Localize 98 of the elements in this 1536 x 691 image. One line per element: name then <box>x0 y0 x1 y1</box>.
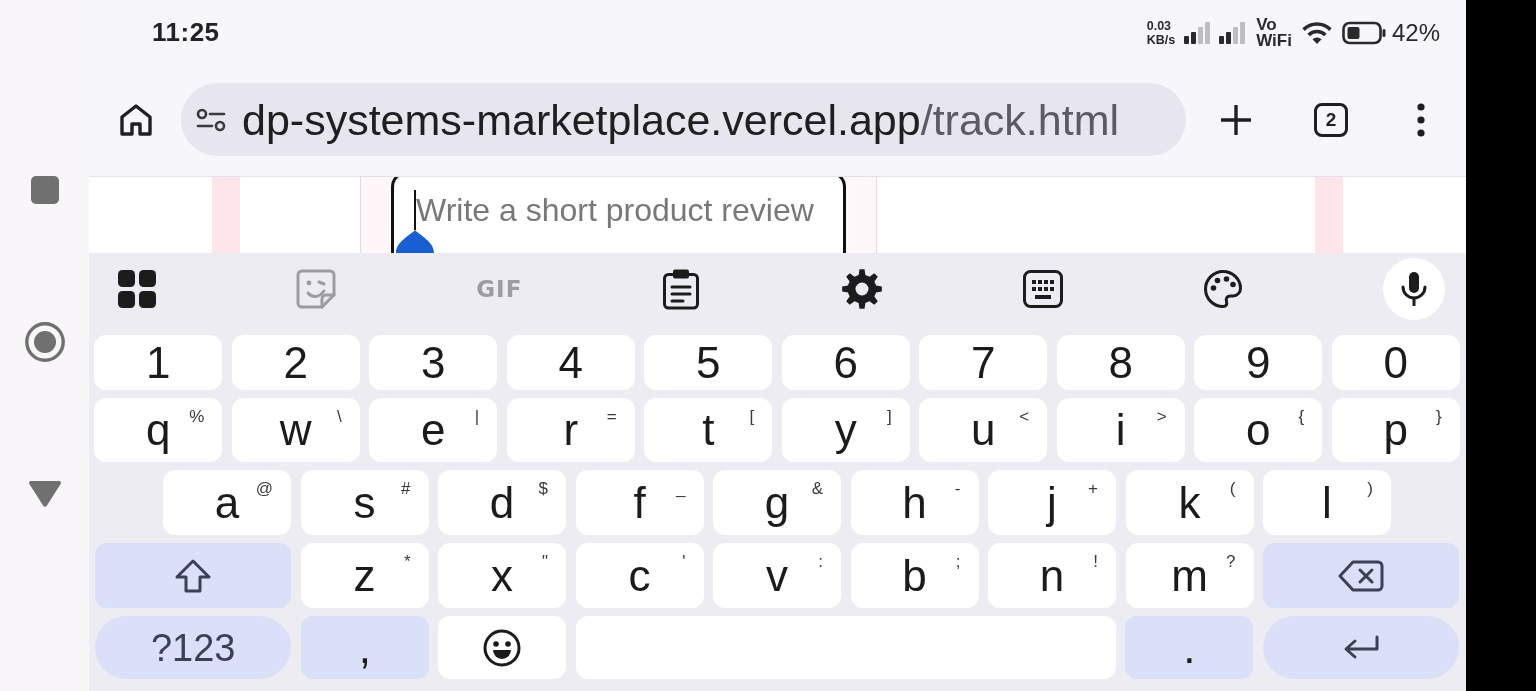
keyboard-key[interactable]: p } <box>1331 398 1460 462</box>
keyboard-key[interactable]: r = <box>506 398 635 462</box>
key-hint: < <box>1019 407 1030 427</box>
shift-key[interactable] <box>95 543 291 608</box>
url-text: dp-systems-marketplace.vercel.app/track.html <box>242 94 1119 145</box>
keyboard-key[interactable]: u < <box>919 398 1048 462</box>
home-icon[interactable] <box>24 322 65 362</box>
wifi-icon <box>1300 20 1333 45</box>
key-hint: = <box>606 407 617 427</box>
keyboard-key[interactable]: c ' <box>575 543 704 608</box>
signal-icon <box>1219 20 1246 45</box>
battery-percentage: 42% <box>1391 18 1440 47</box>
microphone-icon <box>1400 272 1427 306</box>
keyboard-key[interactable]: f _ <box>575 470 704 535</box>
key-hint: { <box>1298 407 1305 427</box>
backspace-icon <box>1338 559 1384 592</box>
keyboard-key[interactable]: q % <box>94 398 223 462</box>
keyboard-key[interactable]: o { <box>1194 398 1323 462</box>
keyboard-key[interactable]: 3 <box>369 335 498 390</box>
signal-icon <box>1184 20 1211 45</box>
recents-icon[interactable] <box>30 176 59 204</box>
key-hint: _ <box>676 479 686 499</box>
keyboard-key[interactable]: 1 <box>94 335 223 390</box>
keyboard-key[interactable]: 9 <box>1194 335 1323 390</box>
keyboard-key[interactable]: e | <box>369 398 498 462</box>
punctuation-key[interactable]: , <box>300 616 429 679</box>
keyboard-key[interactable]: 2 <box>231 335 360 390</box>
backspace-key[interactable] <box>1263 543 1459 608</box>
key-hint: ( <box>1229 479 1236 499</box>
sliders-icon[interactable] <box>196 107 226 132</box>
back-icon[interactable] <box>27 480 62 508</box>
key-hint: $ <box>538 479 548 499</box>
tab-switcher-button[interactable]: 2 <box>1314 102 1348 137</box>
key-hint: - <box>954 479 961 499</box>
emoji-key[interactable] <box>438 616 567 679</box>
keyboard-key[interactable]: b ; <box>850 543 979 608</box>
key-hint: } <box>1436 407 1442 427</box>
symbols-key[interactable]: ?123 <box>95 616 292 679</box>
keyboard-key[interactable]: k ( <box>1125 470 1254 535</box>
keyboard-key[interactable]: i > <box>1056 398 1185 462</box>
key-hint: : <box>818 552 823 572</box>
punctuation-key[interactable]: . <box>1125 616 1254 679</box>
keyboard-key[interactable]: s # <box>300 470 429 535</box>
key-hint: + <box>1088 479 1098 499</box>
cursor-handle-icon[interactable] <box>396 230 434 253</box>
settings-icon[interactable] <box>840 268 883 310</box>
palette-icon[interactable] <box>1202 269 1243 309</box>
keyboard-key[interactable]: g & <box>713 470 841 535</box>
text-cursor <box>414 190 416 230</box>
shift-icon <box>175 558 211 593</box>
keyboard-key[interactable]: z * <box>300 543 429 608</box>
clock-time: 11:25 <box>152 17 220 48</box>
keyboard-key[interactable]: m ? <box>1125 543 1254 608</box>
plus-icon[interactable] <box>1221 104 1251 135</box>
house-icon[interactable] <box>118 101 154 138</box>
keyboard-key[interactable]: w \ <box>231 398 360 462</box>
smiley-icon <box>483 628 522 667</box>
keyboard-key[interactable]: 5 <box>644 335 773 390</box>
key-hint: ' <box>682 552 686 572</box>
keyboard-key[interactable]: h - <box>850 470 979 535</box>
key-hint: ! <box>1093 552 1098 572</box>
url-bar[interactable]: dp-systems-marketplace.vercel.app/track.html <box>181 83 1186 156</box>
keyboard-key[interactable]: v : <box>713 543 841 608</box>
keyboard-key[interactable]: t [ <box>644 398 773 462</box>
more-menu-icon[interactable] <box>1417 102 1425 137</box>
key-hint: \ <box>337 407 342 427</box>
keyboard-key[interactable]: 8 <box>1056 335 1185 390</box>
keyboard-key[interactable]: 4 <box>506 335 635 390</box>
keyboard-key[interactable]: y ] <box>781 398 910 462</box>
review-field[interactable]: Write a short product review <box>391 177 846 253</box>
battery-icon <box>1341 20 1386 45</box>
vowifi-label: Vo WiFi <box>1256 16 1292 49</box>
key-hint: * <box>403 552 411 572</box>
key-hint: > <box>1156 407 1167 427</box>
keyboard-key[interactable]: 6 <box>781 335 910 390</box>
clipboard-icon[interactable] <box>662 268 701 310</box>
keypad-icon[interactable] <box>1022 270 1063 308</box>
key-hint: | <box>474 407 480 427</box>
key-hint: % <box>189 407 205 427</box>
key-hint: ) <box>1367 479 1373 499</box>
keyboard-key[interactable]: 7 <box>919 335 1048 390</box>
network-speed: 0.03 KB/s <box>1146 18 1176 47</box>
key-hint: # <box>401 479 411 499</box>
keyboard-key[interactable]: d $ <box>438 470 566 535</box>
key-hint: " <box>541 552 548 572</box>
keyboard-key[interactable]: j + <box>988 470 1116 535</box>
apps-grid-icon[interactable] <box>118 270 156 308</box>
key-hint: ] <box>887 407 892 427</box>
key-hint: [ <box>749 407 755 427</box>
keyboard-key[interactable]: x " <box>438 543 566 608</box>
keyboard-key[interactable]: 0 <box>1331 335 1460 390</box>
keyboard-key[interactable]: a @ <box>163 470 291 535</box>
key-hint: @ <box>255 479 273 499</box>
keyboard-key[interactable]: l ) <box>1263 470 1391 535</box>
keyboard-key[interactable]: n ! <box>988 543 1116 608</box>
key-hint: & <box>811 479 823 499</box>
key-hint: ? <box>1226 552 1236 572</box>
key-hint: ; <box>955 552 961 572</box>
